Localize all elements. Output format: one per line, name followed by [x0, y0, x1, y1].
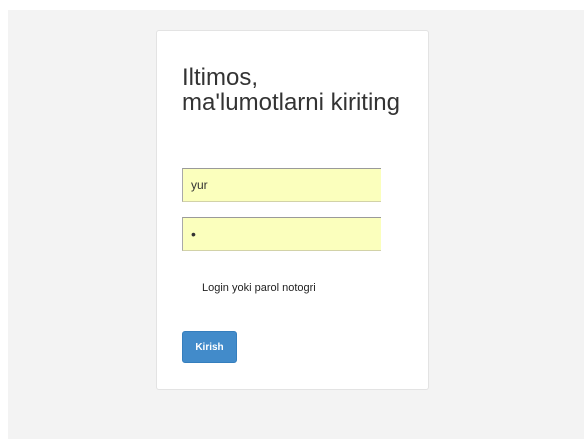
login-title: Iltimos, ma'lumotlarni kiriting: [182, 64, 400, 116]
login-panel: Iltimos, ma'lumotlarni kiriting Login yo…: [156, 30, 429, 390]
error-message: Login yoki parol notogri: [202, 282, 316, 294]
page-background: Iltimos, ma'lumotlarni kiriting Login yo…: [8, 10, 584, 439]
password-input[interactable]: [182, 217, 381, 251]
username-input[interactable]: [182, 168, 381, 202]
login-button[interactable]: Kirish: [182, 331, 237, 363]
